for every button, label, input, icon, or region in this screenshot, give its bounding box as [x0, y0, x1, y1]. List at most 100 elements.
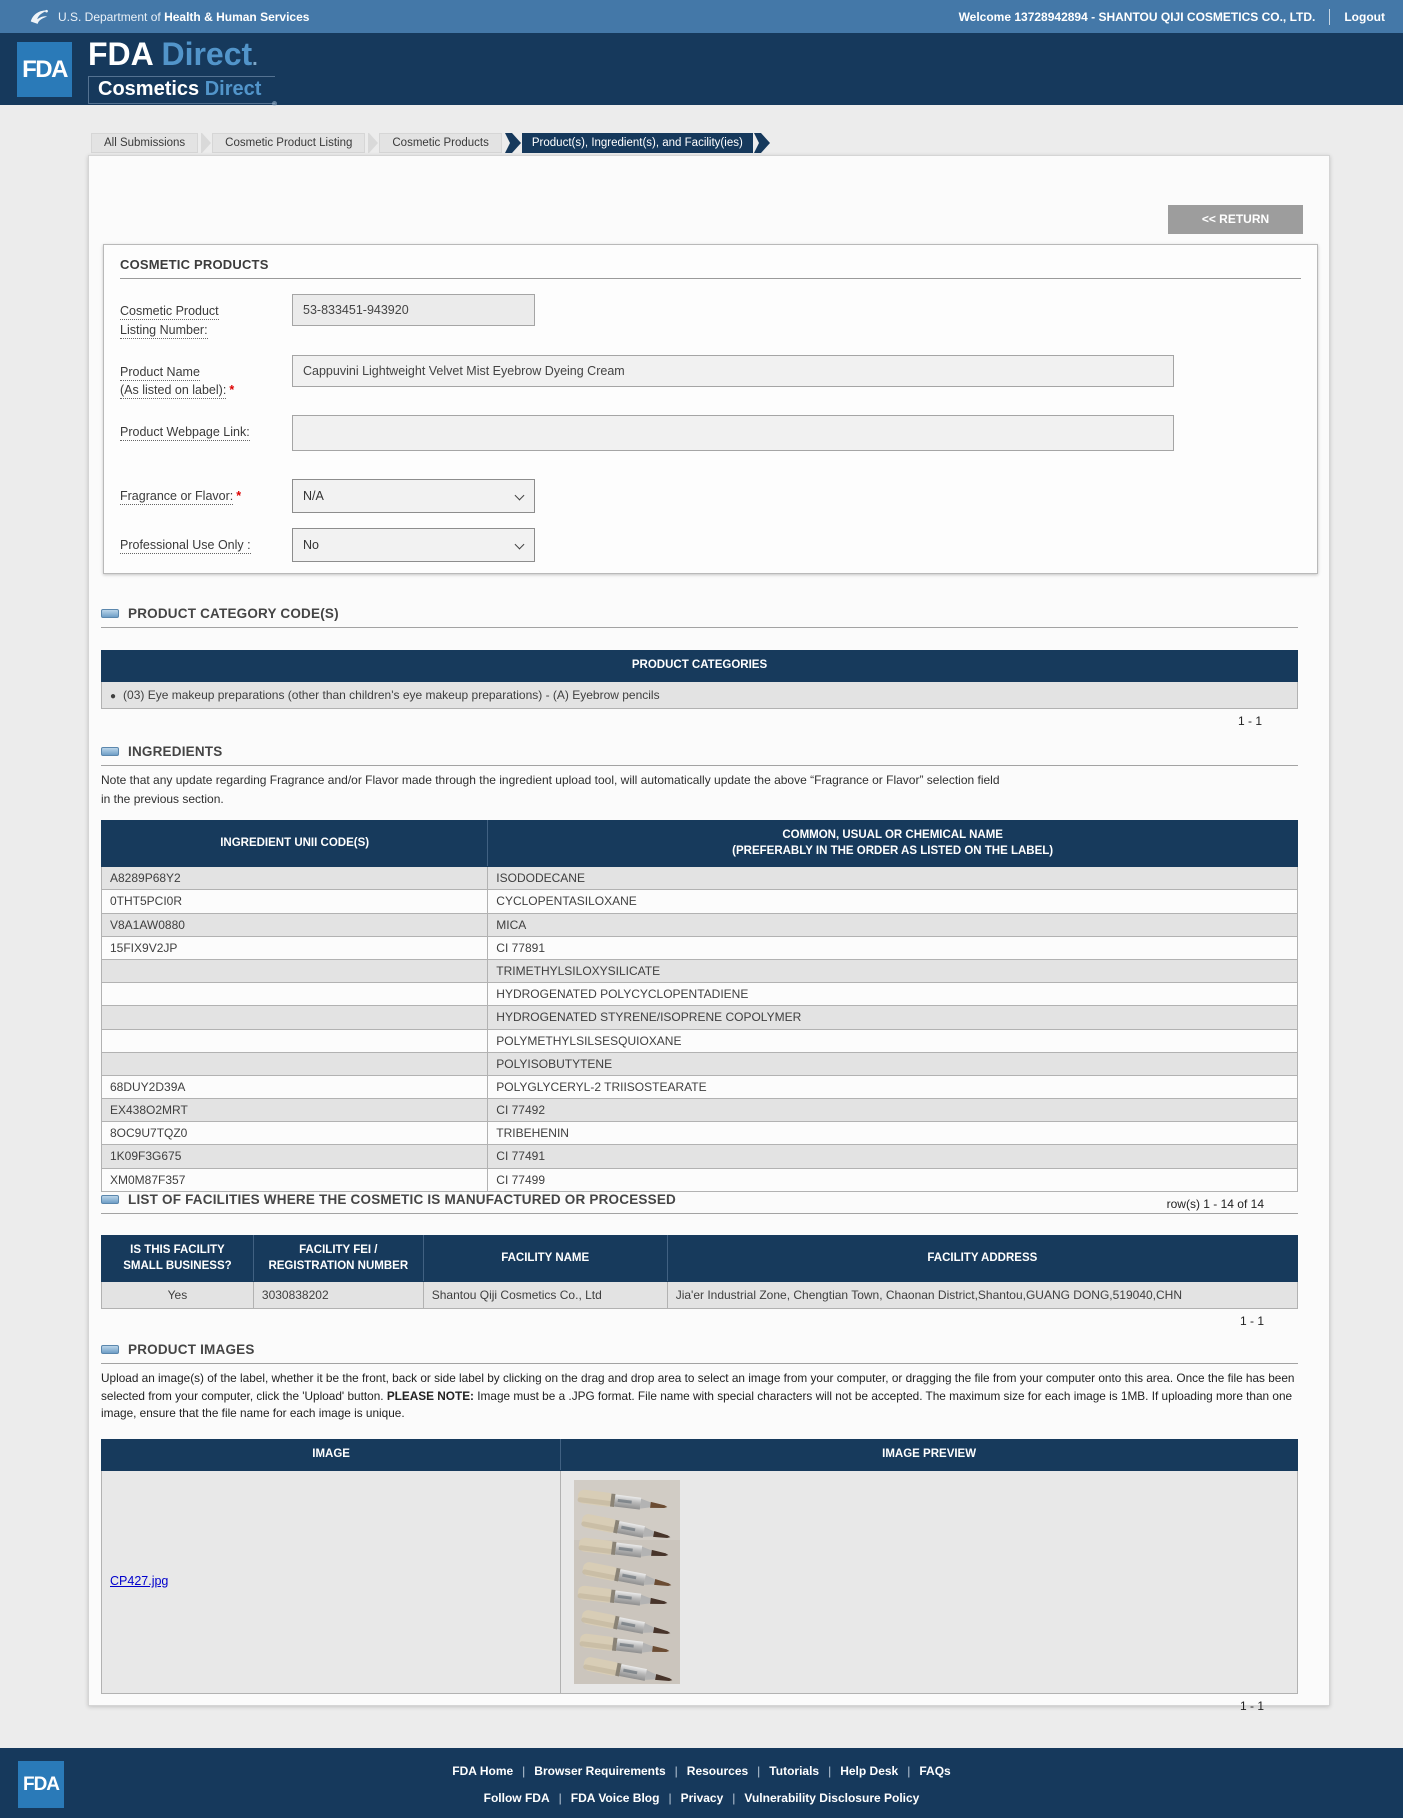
ingredient-name: POLYGLYCERYL-2 TRIISOSTEARATE: [487, 1074, 1298, 1100]
footer-separator: |: [558, 1791, 562, 1805]
ingredient-row: 15FIX9V2JP CI 77891: [100, 935, 1298, 960]
footer-separator: |: [732, 1791, 736, 1805]
image-preview-cell: [560, 1469, 1298, 1694]
images-pagination: 1 - 1: [1239, 1698, 1264, 1713]
breadcrumb-tab-active[interactable]: Product(s), Ingredient(s), and Facility(…: [521, 133, 753, 153]
ingredient-name: HYDROGENATED STYRENE/ISOPRENE COPOLYMER: [487, 1005, 1298, 1030]
collapse-icon[interactable]: [101, 1345, 119, 1354]
collapse-icon[interactable]: [101, 1195, 119, 1204]
professional-use-label: Professional Use Only :: [120, 538, 251, 554]
facilities-column-header: FACILITY NAME: [422, 1234, 668, 1283]
footer-link-help-desk[interactable]: Help Desk: [840, 1764, 898, 1778]
chevron-down-icon: [514, 490, 525, 501]
professional-use-select[interactable]: No: [292, 528, 535, 562]
category-section: PRODUCT CATEGORY CODE(S) PRODUCT CATEGOR…: [101, 606, 1298, 728]
ingredients-table: INGREDIENT UNII CODE(S) COMMON, USUAL OR…: [100, 820, 1298, 1192]
images-section: PRODUCT IMAGES Upload an image(s) of the…: [100, 1342, 1298, 1713]
footer-link-privacy[interactable]: Privacy: [681, 1791, 724, 1805]
divider: [101, 1213, 1298, 1214]
footer-separator: |: [522, 1764, 526, 1778]
hhs-eagle-icon: [30, 9, 48, 24]
footer-link-fda-voice-blog[interactable]: FDA Voice Blog: [571, 1791, 660, 1805]
footer-link-resources[interactable]: Resources: [687, 1764, 748, 1778]
breadcrumb-separator-icon: [200, 133, 212, 153]
footer-link-fda-home[interactable]: FDA Home: [452, 1764, 513, 1778]
category-section-title: PRODUCT CATEGORY CODE(S): [128, 606, 339, 621]
listing-number-input[interactable]: [292, 294, 535, 326]
ingredient-name: TRIBEHENIN: [487, 1121, 1298, 1146]
images-col1-header: IMAGE: [100, 1439, 562, 1471]
footer-link-vulnerability-disclosure-policy[interactable]: Vulnerability Disclosure Policy: [744, 1791, 919, 1805]
ingredient-name: CI 77499: [487, 1167, 1298, 1192]
ingredient-name: CYCLOPENTASILOXANE: [487, 889, 1298, 914]
card-title: COSMETIC PRODUCTS: [120, 257, 1301, 279]
images-table-body: CP427.jpg: [100, 1469, 1298, 1694]
footer-link-follow-fda[interactable]: Follow FDA: [484, 1791, 550, 1805]
breadcrumb-tab-cosmetic-products[interactable]: Cosmetic Products: [379, 133, 502, 153]
facility-fei-number: 3030838202: [252, 1281, 424, 1310]
images-section-title: PRODUCT IMAGES: [128, 1342, 255, 1357]
ingredient-unii-code: [100, 958, 489, 984]
footer-links-row1: FDA Home | Browser Requirements | Resources |…: [0, 1762, 1403, 1780]
ingredient-name: CI 77492: [487, 1098, 1298, 1123]
breadcrumb-tab-cosmetic-product-listing[interactable]: Cosmetic Product Listing: [212, 133, 366, 153]
ingredient-unii-code: [100, 1028, 489, 1053]
image-filename-cell: CP427.jpg: [100, 1469, 562, 1694]
ingredient-unii-code: XM0M87F357: [100, 1167, 489, 1192]
ingredient-name: TRIMETHYLSILOXYSILICATE: [487, 958, 1298, 984]
webpage-link-input[interactable]: [292, 415, 1174, 451]
footer-link-browser-requirements[interactable]: Browser Requirements: [534, 1764, 665, 1778]
footer-links-row2: Follow FDA | FDA Voice Blog | Privacy | Vulner…: [0, 1789, 1403, 1807]
listing-number-row: Cosmetic Product Listing Number:: [120, 294, 1301, 340]
ingredients-section: INGREDIENTS Note that any update regardi…: [100, 744, 1298, 1211]
ingredient-unii-code: 68DUY2D39A: [100, 1074, 489, 1100]
images-table: IMAGE IMAGE PREVIEW CP427.jpg: [100, 1439, 1298, 1694]
chevron-down-icon: [514, 539, 525, 550]
facilities-pagination: 1 - 1: [1239, 1314, 1264, 1329]
ingredient-row: XM0M87F357 CI 77499: [100, 1167, 1298, 1192]
breadcrumb-tab-all-submissions[interactable]: All Submissions: [91, 133, 199, 153]
footer-separator: |: [757, 1764, 761, 1778]
ingredients-section-title: INGREDIENTS: [128, 744, 223, 759]
ingredients-note: Note that any update regarding Fragrance…: [101, 773, 1000, 806]
footer-separator: |: [674, 1764, 678, 1778]
facility-small-business: Yes: [101, 1281, 254, 1310]
ingredient-row: 68DUY2D39A POLYGLYCERYL-2 TRIISOSTEARATE: [100, 1074, 1298, 1100]
facility-row: Yes 3030838202 Shantou Qiji Cosmetics Co.,…: [101, 1281, 1299, 1310]
dept-label: U.S. Department of Health & Human Servic…: [58, 9, 310, 24]
ingredient-unii-code: 8OC9U7TQZ0: [100, 1121, 489, 1146]
product-name-input[interactable]: [292, 354, 1174, 387]
image-row: CP427.jpg: [100, 1469, 1298, 1694]
ingredient-row: EX438O2MRT CI 77492: [100, 1098, 1298, 1123]
breadcrumb-separator-icon: [367, 133, 379, 153]
image-file-link[interactable]: CP427.jpg: [110, 1574, 168, 1588]
ingredient-row: 8OC9U7TQZ0 TRIBEHENIN: [100, 1121, 1298, 1146]
collapse-icon[interactable]: [101, 609, 119, 618]
return-button[interactable]: << RETURN: [1168, 205, 1303, 234]
footer-link-faqs[interactable]: FAQs: [919, 1764, 950, 1778]
facilities-table: IS THIS FACILITY SMALL BUSINESS? FACILITY …: [101, 1234, 1299, 1310]
images-col2-header: IMAGE PREVIEW: [560, 1439, 1298, 1471]
brand-bar: FDA FDA Direct. Cosmetics Direct: [0, 33, 1403, 106]
logout-link[interactable]: Logout: [1344, 10, 1385, 24]
ingredient-name: CI 77491: [487, 1144, 1298, 1169]
fragrance-select[interactable]: N/A: [292, 479, 535, 513]
breadcrumb-arrow-icon: [753, 133, 771, 153]
footer-links: FDA Home | Browser Requirements | Resources |…: [0, 1762, 1403, 1816]
ingredient-unii-code: V8A1AW0880: [100, 912, 489, 937]
facilities-header-row: IS THIS FACILITY SMALL BUSINESS? FACILITY …: [101, 1234, 1299, 1283]
ingredient-unii-code: [100, 1051, 489, 1076]
collapse-icon[interactable]: [101, 747, 119, 756]
ingredient-row: POLYMETHYLSILSESQUIOXANE: [100, 1028, 1298, 1053]
divider: [101, 765, 1298, 766]
footer-link-tutorials[interactable]: Tutorials: [769, 1764, 819, 1778]
ingredient-name: HYDROGENATED POLYCYCLOPENTADIENE: [487, 982, 1298, 1007]
bullet-icon: ●: [110, 690, 117, 702]
fragrance-label: Fragrance or Flavor: *: [120, 489, 242, 505]
webpage-link-row: Product Webpage Link:: [120, 415, 1301, 451]
ingredient-unii-code: A8289P68Y2: [100, 866, 489, 891]
app-title: FDA Direct. Cosmetics Direct: [88, 37, 278, 106]
ingredient-row: 0THT5PCI0R CYCLOPENTASILOXANE: [100, 889, 1298, 914]
webpage-link-label: Product Webpage Link:: [120, 425, 250, 441]
facilities-column-header: FACILITY ADDRESS: [666, 1234, 1299, 1283]
